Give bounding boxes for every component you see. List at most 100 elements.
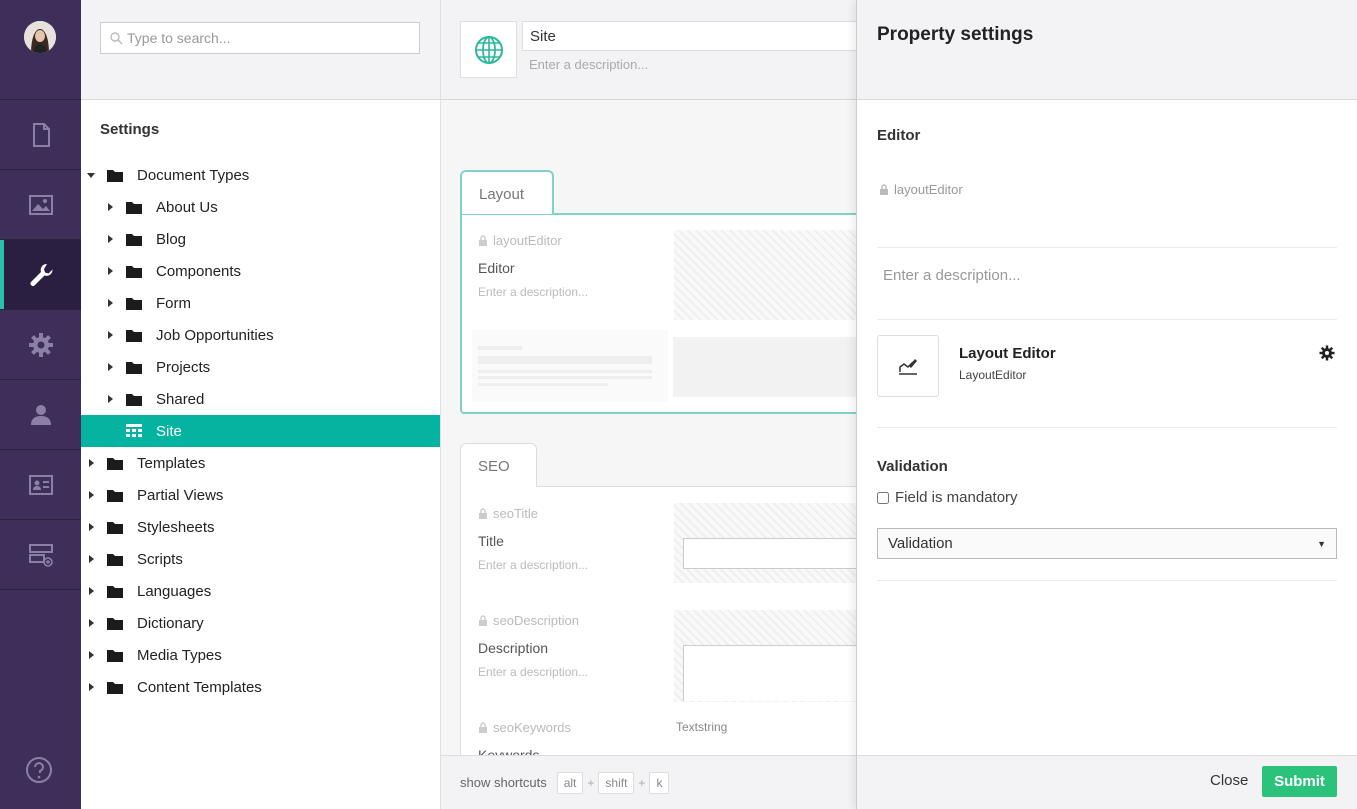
divider [877, 427, 1337, 428]
caret-right-icon[interactable] [105, 266, 115, 276]
tree-item[interactable]: Scripts [81, 543, 440, 575]
show-shortcuts-link[interactable]: show shortcuts [460, 775, 547, 790]
editor-label: Editor [877, 127, 921, 144]
tree-search-input[interactable] [127, 30, 407, 46]
submit-button[interactable]: Submit [1262, 766, 1337, 797]
property-description: Enter a description... [478, 285, 589, 299]
caret-right-icon[interactable] [86, 586, 96, 596]
chevron-down-icon: ▼ [1317, 538, 1326, 549]
folder-icon [96, 615, 137, 631]
doctype-description-input[interactable]: Enter a description... [529, 57, 648, 72]
validation-label: Validation [877, 458, 948, 475]
caret-right-icon[interactable] [86, 618, 96, 628]
lock-icon[interactable] [879, 184, 889, 195]
divider [877, 319, 1337, 320]
caret-right-icon[interactable] [86, 650, 96, 660]
caret-down-icon[interactable] [86, 170, 96, 180]
tree-item-label: Projects [156, 358, 211, 376]
tree-item-label: Shared [156, 390, 205, 408]
section-forms[interactable] [0, 520, 81, 590]
caret-right-icon[interactable] [105, 234, 115, 244]
tree-item-label: Templates [137, 454, 206, 472]
lock-icon [479, 235, 487, 246]
property-description-input[interactable]: Enter a description... [883, 267, 1021, 284]
property-alias: seoKeywords [478, 720, 571, 735]
group-seo: SEO seoTitle Textstring Title Enter a de… [460, 443, 857, 776]
tree-item[interactable]: About Us [81, 191, 440, 223]
caret-right-icon[interactable] [86, 458, 96, 468]
tree-item[interactable]: Site [81, 415, 440, 447]
mandatory-checkbox-row[interactable]: Field is mandatory [877, 489, 1018, 506]
kbd-plus: + [638, 775, 646, 790]
tree-item[interactable]: Blog [81, 223, 440, 255]
section-members[interactable] [0, 450, 81, 520]
section-content[interactable] [0, 100, 81, 170]
tree-item[interactable]: Shared [81, 383, 440, 415]
tree-item[interactable]: Projects [81, 351, 440, 383]
tree-item[interactable]: Languages [81, 575, 440, 607]
tree-item[interactable]: Job Opportunities [81, 319, 440, 351]
kbd-k: k [649, 771, 670, 794]
tree-item-label: Document Types [137, 166, 250, 184]
lock-icon [479, 615, 487, 626]
caret-right-icon[interactable] [86, 490, 96, 500]
section-sidebar [0, 0, 81, 809]
folder-icon [115, 231, 156, 247]
folder-icon [115, 295, 156, 311]
tree-item[interactable]: Form [81, 287, 440, 319]
mandatory-checkbox[interactable] [877, 491, 889, 504]
section-media[interactable] [0, 170, 81, 240]
tree-item[interactable]: Stylesheets [81, 511, 440, 543]
settings-tree-panel: Settings Document Types About Us Blog Compo… [81, 0, 441, 809]
property-alias: seoTitle [478, 506, 538, 521]
divider [877, 580, 1337, 581]
globe-icon [474, 35, 503, 64]
gear-icon[interactable] [1319, 345, 1335, 361]
caret-right-icon[interactable] [105, 298, 115, 308]
tree-item[interactable]: Document Types [81, 159, 440, 191]
tree-item[interactable]: Content Templates [81, 671, 440, 703]
caret-right-icon[interactable] [86, 682, 96, 692]
tree-search-area [81, 0, 440, 100]
tree-item-label: Site [156, 422, 182, 440]
tree-item[interactable]: Dictionary [81, 607, 440, 639]
tree-item[interactable]: Partial Views [81, 479, 440, 511]
tab-layout[interactable]: Layout [460, 170, 554, 214]
form-icon [28, 543, 53, 567]
help-icon[interactable] [24, 755, 54, 785]
doctype-name-input[interactable]: Site [522, 21, 857, 51]
folder-icon [96, 647, 137, 663]
property-editor-card[interactable] [877, 335, 939, 397]
tree-search-box[interactable] [100, 22, 420, 54]
tree-item-label: Dictionary [137, 614, 204, 632]
section-settings[interactable] [0, 240, 81, 310]
caret-right-icon[interactable] [86, 522, 96, 532]
user-avatar[interactable] [24, 21, 56, 53]
caret-right-icon[interactable] [105, 426, 115, 436]
wrench-icon [30, 263, 53, 286]
caret-right-icon[interactable] [105, 330, 115, 340]
validation-select[interactable]: Validation ▼ [877, 528, 1337, 559]
doctype-icon-picker[interactable] [460, 21, 517, 78]
tree-item-label: Scripts [137, 550, 183, 568]
folder-icon [96, 583, 137, 599]
lock-icon [479, 722, 487, 733]
caret-right-icon[interactable] [86, 554, 96, 564]
tab-seo[interactable]: SEO [460, 443, 537, 487]
caret-right-icon[interactable] [105, 202, 115, 212]
caret-right-icon[interactable] [105, 394, 115, 404]
tree-item[interactable]: Templates [81, 447, 440, 479]
property-editor-name[interactable]: Layout Editor [959, 345, 1056, 362]
tree-title: Settings [100, 121, 160, 138]
kbd-alt: alt [556, 771, 584, 794]
property-alias[interactable]: layoutEditor [879, 182, 963, 197]
property-alias: seoDescription [478, 613, 579, 628]
property-type: Textstring [676, 720, 728, 734]
close-button[interactable]: Close [1210, 772, 1248, 789]
tree-item[interactable]: Media Types [81, 639, 440, 671]
caret-right-icon[interactable] [105, 362, 115, 372]
tree-item[interactable]: Components [81, 255, 440, 287]
section-users[interactable] [0, 380, 81, 450]
section-developer[interactable] [0, 310, 81, 380]
property-description: Enter a description... [478, 558, 589, 572]
